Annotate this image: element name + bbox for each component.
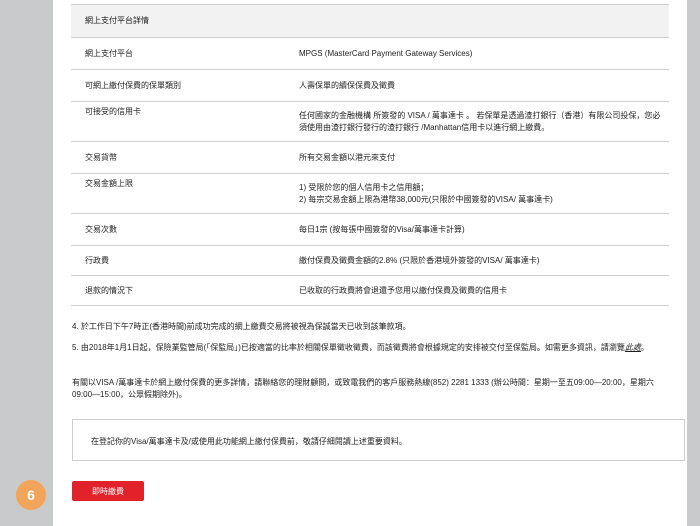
row-value: 人壽保單的續保保費及徵費 [285, 69, 669, 102]
payment-platform-details-table: 網上支付平台詳情 網上支付平台 MPGS (MasterCard Payment… [71, 4, 669, 306]
enquiry-text: 有關以VISA /萬事達卡於網上繳付保費的更多詳情，請聯絡您的理財顧問，或致電我… [72, 378, 654, 399]
pay-now-button[interactable]: 即時繳費 [72, 481, 144, 501]
note-4: 4. 於工作日下午7時正(香港時間)前成功完成的網上繳費交易將被視為保誠當天已收… [72, 322, 411, 331]
table-row: 交易貨幣 所有交易金額以港元來支付 [71, 141, 669, 174]
table-row: 交易次數 每日1宗 (按每張中國簽發的Visa/萬事達卡計算) [71, 213, 669, 246]
row-value: 每日1宗 (按每張中國簽發的Visa/萬事達卡計算) [285, 213, 669, 246]
row-label: 交易金額上限 [71, 173, 285, 214]
main-content: 網上支付平台詳情 網上支付平台 MPGS (MasterCard Payment… [53, 0, 687, 526]
row-value: MPGS (MasterCard Payment Gateway Service… [285, 37, 669, 70]
notice-box: 在登記你的Visa/萬事達卡及/或使用此功能網上繳付保費前，敬請仔細閱讀上述重要… [72, 419, 685, 461]
note-5-end: 。 [640, 343, 649, 352]
row-label: 交易次數 [71, 213, 285, 246]
table-row: 網上支付平台 MPGS (MasterCard Payment Gateway … [71, 37, 669, 70]
table-header-row: 網上支付平台詳情 [71, 4, 669, 38]
table-row: 可網上繳付保費的保單類別 人壽保單的續保保費及徵費 [71, 69, 669, 102]
row-label: 行政費 [71, 245, 285, 276]
row-label: 可網上繳付保費的保單類別 [71, 69, 285, 102]
step-badge: 6 [16, 480, 46, 510]
right-scroll-margin [687, 0, 700, 526]
left-gray-margin [0, 0, 53, 526]
value-line: 2) 每宗交易金額上限為港幣38,000元(只限於中國簽發的VISA/ 萬事達卡… [299, 194, 553, 204]
table-header: 網上支付平台詳情 [71, 4, 669, 38]
table-row: 行政費 繳付保費及徵費金額的2.8% (只限於香港境外簽發的VISA/ 萬事達卡… [71, 245, 669, 276]
note-5-link[interactable]: 此處 [625, 343, 641, 352]
note-5: 5. 由2018年1月1日起，保險業監管局(「保監局」)已按適當的比率於相關保單… [72, 342, 649, 354]
row-label: 可接受的信用卡 [71, 101, 285, 142]
notice-text: 在登記你的Visa/萬事達卡及/或使用此功能網上繳付保費前，敬請仔細閱讀上述重要… [91, 437, 407, 446]
row-value: 1) 受限於您的個人信用卡之信用額； 2) 每宗交易金額上限為港幣38,000元… [285, 173, 669, 214]
table-row: 交易金額上限 1) 受限於您的個人信用卡之信用額； 2) 每宗交易金額上限為港幣… [71, 173, 669, 214]
row-value: 繳付保費及徵費金額的2.8% (只限於香港境外簽發的VISA/ 萬事達卡) [285, 245, 669, 276]
value-line: 1) 受限於您的個人信用卡之信用額； [299, 182, 429, 192]
row-label: 退款的情況下 [71, 275, 285, 306]
row-value: 所有交易金額以港元來支付 [285, 141, 669, 174]
row-label: 交易貨幣 [71, 141, 285, 174]
table-row: 退款的情況下 已收取的行政費將會退還予您用以繳付保費及徵費的信用卡 [71, 275, 669, 306]
table-row: 可接受的信用卡 任何國家的金融機構 所簽發的 VISA / 萬事達卡 。 若保單… [71, 101, 669, 142]
row-value: 已收取的行政費將會退還予您用以繳付保費及徵費的信用卡 [285, 275, 669, 306]
note-5-text: 5. 由2018年1月1日起，保險業監管局(「保監局」)已按適當的比率於相關保單… [72, 343, 625, 352]
row-label: 網上支付平台 [71, 37, 285, 70]
row-value: 任何國家的金融機構 所簽發的 VISA / 萬事達卡 。 若保單是透過渣打銀行（… [285, 101, 669, 142]
